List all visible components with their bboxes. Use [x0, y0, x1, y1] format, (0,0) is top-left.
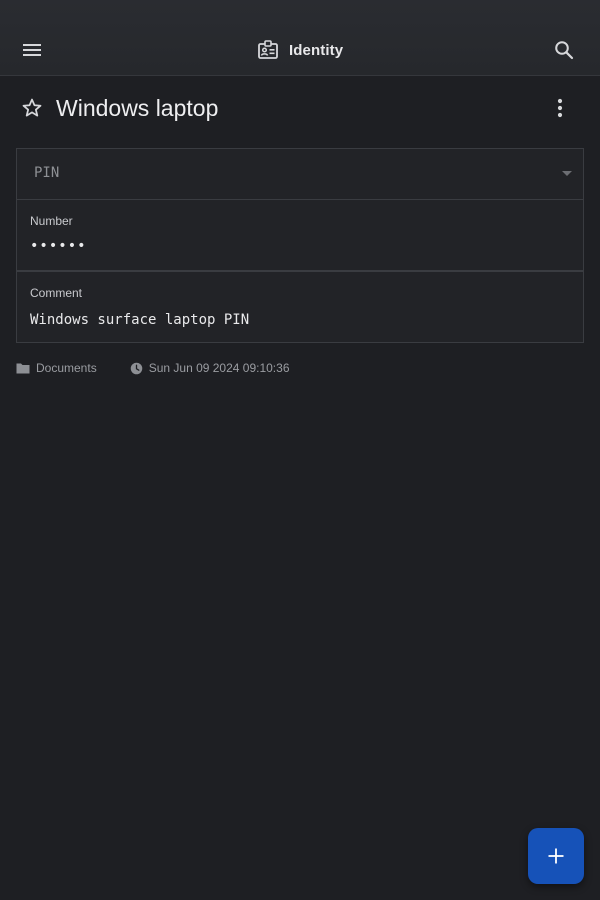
comment-field[interactable]: Comment Windows surface laptop PIN	[16, 271, 584, 343]
menu-icon	[23, 44, 41, 56]
favorite-button[interactable]	[12, 88, 52, 128]
chevron-down-icon	[562, 171, 572, 176]
folder-icon	[16, 363, 30, 374]
comment-field-value[interactable]: Windows surface laptop PIN	[30, 312, 249, 328]
number-field[interactable]: Number ••••••	[16, 199, 584, 271]
folder-name: Documents	[36, 361, 97, 375]
clock-icon	[130, 362, 142, 374]
menu-button[interactable]	[12, 30, 52, 70]
add-entry-button[interactable]	[528, 828, 584, 884]
number-field-value[interactable]: ••••••	[30, 238, 87, 254]
entry-title: Windows laptop	[56, 95, 219, 121]
modified-date: Sun Jun 09 2024 09:10:36	[130, 361, 290, 375]
comment-field-label: Comment	[30, 286, 83, 300]
modified-date-text: Sun Jun 09 2024 09:10:36	[148, 361, 290, 375]
more-options-button[interactable]	[540, 88, 580, 128]
number-field-label: Number	[30, 214, 73, 228]
folder-link[interactable]: Documents	[16, 361, 97, 375]
app-bar-title: Identity	[289, 41, 344, 59]
search-icon	[555, 41, 574, 60]
search-button[interactable]	[544, 30, 584, 70]
app-bar: Identity	[0, 0, 600, 76]
star-outline-icon	[22, 98, 42, 117]
identity-card-icon	[256, 38, 280, 62]
app-bar-title-group: Identity	[256, 38, 343, 62]
plus-icon	[548, 848, 564, 864]
entry-meta: Documents Sun Jun 09 2024 09:10:36	[16, 360, 290, 376]
field-type-select[interactable]: PIN	[16, 148, 584, 200]
more-vertical-icon	[557, 98, 563, 118]
field-type-value: PIN	[34, 165, 60, 181]
